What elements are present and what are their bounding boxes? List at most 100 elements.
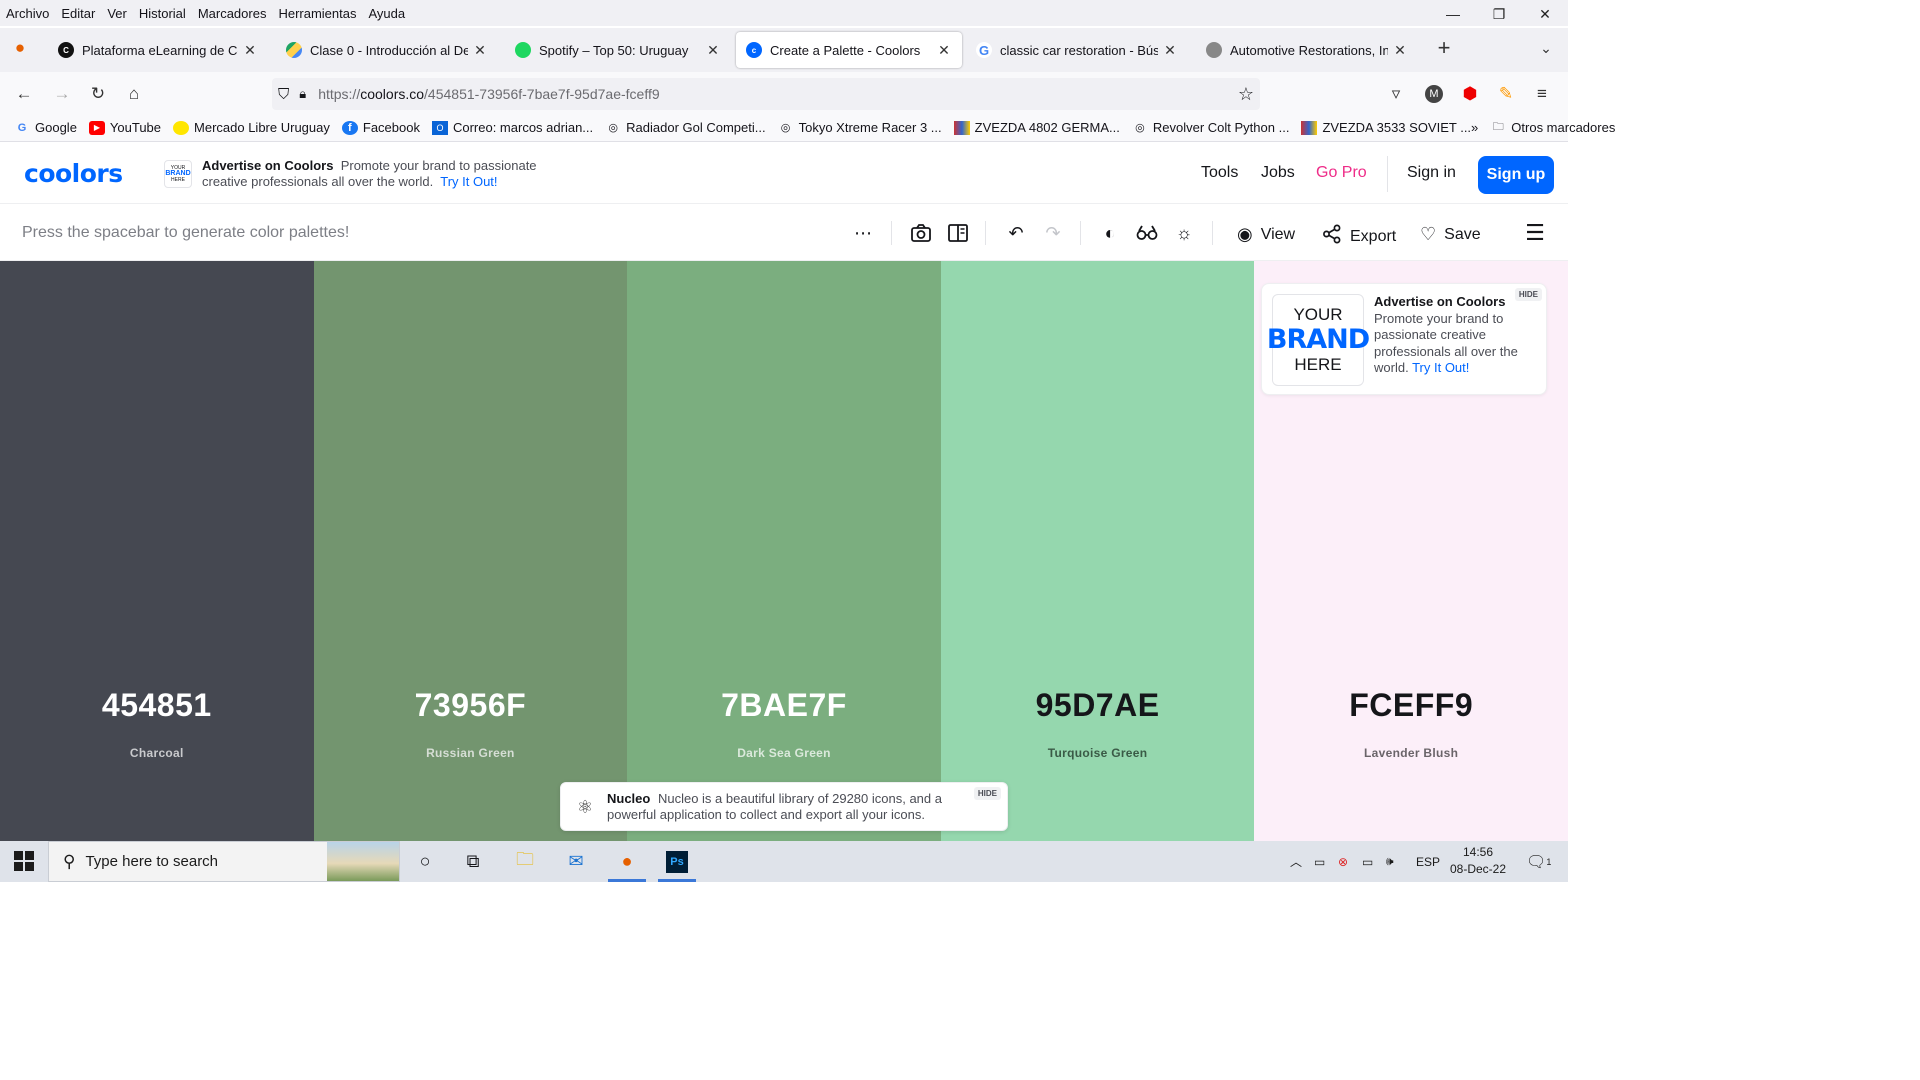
network-icon[interactable]: ▭ [1362, 841, 1373, 882]
url-bar[interactable]: ⛉ 🔒︎ https:// coolors.co /454851-73956f-… [272, 78, 1260, 110]
home-icon[interactable]: ⌂ [122, 82, 146, 106]
security-warning-icon[interactable]: ⊗ [1338, 841, 1348, 882]
bookmark-radiador[interactable]: ◎ Radiador Gol Competi... [605, 120, 765, 135]
restore-button[interactable]: ❐ [1476, 0, 1522, 28]
menu-ver[interactable]: Ver [101, 6, 133, 21]
color-name[interactable]: Turquoise Green [941, 746, 1255, 760]
taskbar-search-box[interactable]: ⚲ Type here to search [48, 841, 400, 882]
contrast-icon[interactable]: ◐ [1098, 221, 1122, 245]
bookmark-tokyo-xtreme[interactable]: ◎ Tokyo Xtreme Racer 3 ... [778, 120, 942, 135]
color-swatch-turquoise-green[interactable]: 95D7AE Turquoise Green [940, 261, 1255, 841]
meet-now-icon[interactable]: ▭ [1314, 841, 1325, 882]
ad-try-link[interactable]: Try It Out! [440, 174, 497, 189]
minimize-button[interactable]: — [1430, 0, 1476, 28]
photoshop-taskbar-icon[interactable]: Ps [654, 841, 700, 882]
taskbar-clock[interactable]: 14:56 08-Dec-22 [1446, 844, 1510, 878]
color-swatch-russian-green[interactable]: 73956F Russian Green [313, 261, 628, 841]
brand-ad-image[interactable]: YOUR BRAND HERE [1267, 294, 1370, 386]
color-swatch-dark-sea-green[interactable]: 7BAE7F Dark Sea Green [627, 261, 941, 841]
pocket-icon[interactable]: ▿ [1384, 82, 1408, 106]
new-tab-icon[interactable]: + [1432, 35, 1456, 60]
color-name[interactable]: Charcoal [0, 746, 314, 760]
close-tab-icon[interactable]: ✕ [472, 42, 488, 59]
tab-coderhouse[interactable]: C Plataforma eLearning de Coderhouse ✕ [48, 32, 268, 68]
undo-icon[interactable]: ↶ [1004, 221, 1028, 245]
reload-icon[interactable]: ↻ [86, 82, 110, 106]
view-button[interactable]: ◉ View [1237, 224, 1295, 245]
menu-ayuda[interactable]: Ayuda [362, 6, 411, 21]
bookmark-facebook[interactable]: f Facebook [341, 120, 420, 135]
account-avatar[interactable]: M [1422, 82, 1446, 106]
app-menu-icon[interactable]: ≡ [1530, 82, 1554, 106]
color-name[interactable]: Russian Green [314, 746, 628, 760]
bookmark-google[interactable]: G Google [14, 120, 77, 135]
side-ad-try-link[interactable]: Try It Out! [1412, 360, 1469, 375]
input-language[interactable]: ESP [1416, 841, 1440, 882]
sign-in-link[interactable]: Sign in [1407, 164, 1456, 182]
bookmark-mercadolibre[interactable]: Mercado Libre Uruguay [173, 120, 330, 135]
menu-archivo[interactable]: Archivo [0, 6, 55, 21]
color-name[interactable]: Dark Sea Green [627, 746, 941, 760]
close-window-button[interactable]: ✕ [1522, 0, 1568, 28]
volume-icon[interactable]: 🕪︎ [1386, 841, 1394, 882]
close-tab-icon[interactable]: ✕ [705, 42, 721, 59]
nav-go-pro[interactable]: Go Pro [1316, 164, 1367, 182]
hex-code[interactable]: FCEFF9 [1254, 687, 1568, 724]
forward-icon[interactable]: → [50, 82, 74, 106]
brand-ad-thumbnail[interactable]: YOUR BRAND HERE [164, 160, 192, 188]
adblock-extension-icon[interactable]: ⬢ [1458, 82, 1482, 106]
bookmark-correo[interactable]: O Correo: marcos adrian... [431, 120, 593, 135]
close-tab-icon[interactable]: ✕ [1392, 42, 1408, 59]
file-explorer-icon[interactable]: 🗀︎ [502, 841, 548, 882]
menu-editar[interactable]: Editar [55, 6, 101, 21]
tab-spotify[interactable]: Spotify – Top 50: Uruguay ✕ [505, 32, 731, 68]
close-tab-icon[interactable]: ✕ [242, 42, 258, 59]
bookmark-zvezda-4802[interactable]: ZVEZDA 4802 GERMA... [953, 120, 1120, 135]
close-tab-icon[interactable]: ✕ [936, 42, 952, 59]
tab-automotive[interactable]: Automotive Restorations, Inc. ✕ [1196, 32, 1418, 68]
redo-icon[interactable]: ↷ [1041, 221, 1065, 245]
tab-clase-0[interactable]: Clase 0 - Introducción al Desarrollo ✕ [276, 32, 498, 68]
coolors-logo[interactable]: coolors [24, 159, 123, 188]
more-options-icon[interactable]: ⋯ [851, 221, 875, 245]
camera-icon[interactable] [909, 221, 933, 245]
hex-code[interactable]: 95D7AE [941, 687, 1255, 724]
menu-historial[interactable]: Historial [133, 6, 192, 21]
bookmark-star-icon[interactable]: ☆ [1238, 84, 1254, 105]
tab-coolors[interactable]: c Create a Palette - Coolors ✕ [736, 32, 962, 68]
task-view-icon[interactable]: ⧉ [450, 841, 496, 882]
bookmark-zvezda-3533[interactable]: ZVEZDA 3533 SOVIET ... [1301, 120, 1471, 135]
windows-start-icon[interactable] [14, 851, 34, 871]
hide-nucleo-ad-button[interactable]: HIDE [973, 787, 1001, 800]
tab-google-search[interactable]: G classic car restoration - Búsqueda ✕ [966, 32, 1188, 68]
hex-code[interactable]: 454851 [0, 687, 314, 724]
notifications-icon[interactable]: 🗨︎ 1 [1526, 841, 1551, 882]
mail-icon[interactable]: ✉ [553, 841, 599, 882]
shield-icon[interactable]: ⛉ [278, 86, 289, 103]
side-panel-icon[interactable] [946, 221, 970, 245]
save-button[interactable]: ♡ Save [1420, 224, 1481, 245]
hex-code[interactable]: 73956F [314, 687, 628, 724]
menu-marcadores[interactable]: Marcadores [192, 6, 273, 21]
lock-icon[interactable]: 🔒︎ [299, 86, 306, 102]
hamburger-menu-icon[interactable]: ☰ [1523, 220, 1547, 245]
nav-jobs[interactable]: Jobs [1261, 164, 1295, 182]
export-button[interactable]: Export [1322, 224, 1396, 249]
bookmark-revolver[interactable]: ◎ Revolver Colt Python ... [1132, 120, 1289, 135]
brightness-icon[interactable]: ☼ [1172, 221, 1196, 245]
more-bookmarks-icon[interactable]: » [1471, 120, 1478, 135]
firefox-taskbar-icon[interactable]: ● [604, 841, 650, 882]
other-bookmarks[interactable]: 🗀︎ Otros marcadores [1490, 120, 1616, 135]
cortana-icon[interactable]: ○ [402, 841, 448, 882]
back-icon[interactable]: ← [12, 82, 36, 106]
nav-tools[interactable]: Tools [1201, 164, 1238, 182]
hide-side-ad-button[interactable]: HIDE [1514, 288, 1542, 301]
extension-icon[interactable]: ✎ [1494, 82, 1518, 106]
glasses-icon[interactable] [1135, 221, 1159, 245]
list-tabs-icon[interactable]: ⌄ [1534, 36, 1558, 60]
menu-herramientas[interactable]: Herramientas [272, 6, 362, 21]
firefox-view-icon[interactable]: ● [8, 36, 32, 60]
sign-up-button[interactable]: Sign up [1478, 156, 1554, 194]
color-swatch-charcoal[interactable]: 454851 Charcoal [0, 261, 314, 841]
hex-code[interactable]: 7BAE7F [627, 687, 941, 724]
